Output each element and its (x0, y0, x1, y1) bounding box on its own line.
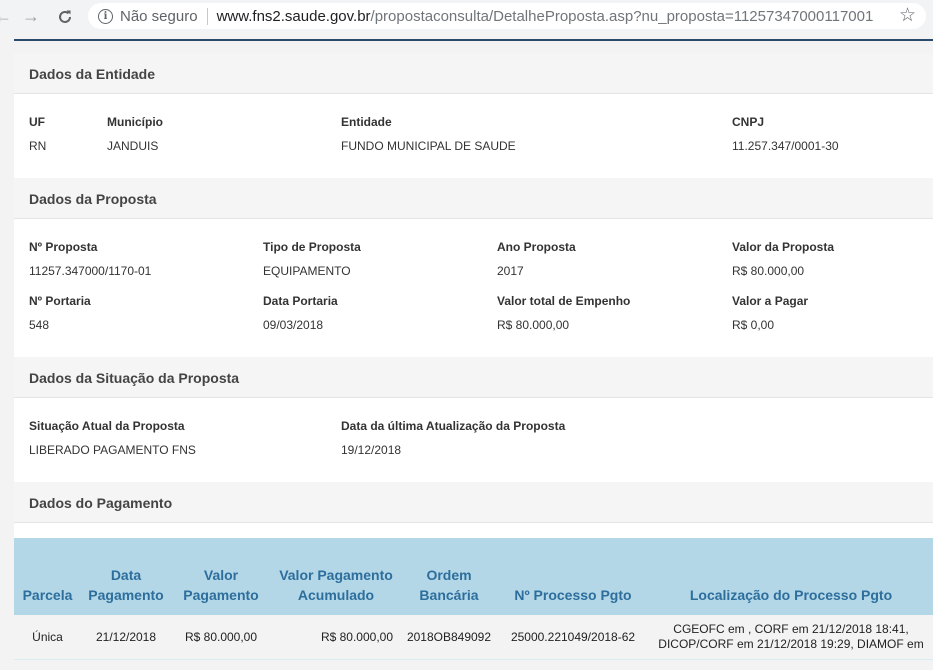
field-value: R$ 0,00 (732, 318, 775, 332)
panel-situacao: Situação Atual da Proposta LIBERADO PAGA… (14, 398, 933, 482)
field-value: EQUIPAMENTO (263, 264, 351, 278)
field-label: CNPJ (732, 115, 765, 129)
section-title: Dados da Entidade (29, 66, 156, 82)
url-divider (206, 7, 208, 25)
reload-icon[interactable] (54, 0, 76, 33)
field-value: 19/12/2018 (341, 443, 402, 457)
url-path[interactable]: /propostaconsulta/DetalheProposta.asp?nu… (371, 8, 874, 25)
cell-ordem-bancaria: 2018OB849092 (401, 615, 497, 660)
field-label: Nº Portaria (29, 294, 91, 308)
top-divider (14, 39, 933, 41)
field-value: JANDUIS (107, 139, 159, 153)
section-header-pagamento: Dados do Pagamento (14, 482, 933, 523)
field-cnpj: CNPJ 11.257.347/0001-30 (732, 115, 839, 153)
field-value: R$ 80.000,00 (732, 264, 805, 278)
panel-entidade: UF RN Município JANDUIS Entidade FUNDO M… (14, 94, 933, 178)
field-uf: UF RN (29, 115, 46, 153)
col-header-valor-acumulado[interactable]: Valor Pagamento Acumulado (271, 538, 401, 615)
page-content: Dados da Entidade UF RN Município JANDUI… (0, 33, 933, 670)
field-value: RN (29, 139, 47, 153)
field-entidade: Entidade FUNDO MUNICIPAL DE SAUDE (341, 115, 516, 153)
info-icon[interactable]: i (98, 8, 113, 24)
field-valor-empenho: Valor total de Empenho R$ 80.000,00 (497, 294, 630, 332)
url-host[interactable]: www.fns2.saude.gov.br (217, 8, 371, 25)
field-numero-proposta: Nº Proposta 11257.347000/1170-01 (29, 240, 151, 278)
localizacao-line-2: DICOP/CORF em 21/12/2018 19:29, DIAMOF e… (658, 636, 924, 651)
localizacao-line-1: CGEOFC em , CORF em 21/12/2018 18:41, (673, 621, 909, 636)
field-label: Data Portaria (263, 294, 338, 308)
cell-localizacao: CGEOFC em , CORF em 21/12/2018 18:41, DI… (649, 615, 933, 660)
star-icon[interactable]: ☆ (899, 4, 916, 27)
field-situacao-atual: Situação Atual da Proposta LIBERADO PAGA… (29, 419, 196, 457)
cell-valor-acumulado: R$ 80.000,00 (271, 615, 401, 660)
field-label: Valor da Proposta (732, 240, 835, 254)
field-label: Valor total de Empenho (497, 294, 631, 308)
field-valor-proposta: Valor da Proposta R$ 80.000,00 (732, 240, 834, 278)
section-title: Dados da Situação da Proposta (29, 370, 240, 386)
col-header-localizacao[interactable]: Localização do Processo Pgto (649, 538, 933, 615)
field-label: Município (107, 115, 163, 129)
field-portaria: Nº Portaria 548 (29, 294, 91, 332)
field-municipio: Município JANDUIS (107, 115, 163, 153)
table-row: Única 21/12/2018 R$ 80.000,00 R$ 80.000,… (14, 615, 933, 660)
field-value: LIBERADO PAGAMENTO FNS (29, 443, 196, 457)
col-header-processo-pgto[interactable]: Nº Processo Pgto (497, 538, 649, 615)
arrow-right-icon[interactable]: → (20, 0, 42, 33)
field-value: FUNDO MUNICIPAL DE SAUDE (341, 139, 516, 153)
field-label: Entidade (341, 115, 392, 129)
field-label: Ano Proposta (497, 240, 576, 254)
field-value: R$ 80.000,00 (497, 318, 570, 332)
field-tipo-proposta: Tipo de Proposta EQUIPAMENTO (263, 240, 361, 278)
field-ano-proposta: Ano Proposta 2017 (497, 240, 576, 278)
field-label: Nº Proposta (29, 240, 98, 254)
section-header-situacao: Dados da Situação da Proposta (14, 357, 933, 398)
field-value: 548 (29, 318, 50, 332)
field-label: Valor a Pagar (732, 294, 809, 308)
address-bar[interactable]: i Não seguro www.fns2.saude.gov.br/propo… (88, 3, 926, 29)
field-label: Situação Atual da Proposta (29, 419, 185, 433)
section-title: Dados do Pagamento (29, 495, 173, 511)
payment-table: Parcela Data Pagamento Valor Pagamento V… (14, 538, 933, 660)
browser-toolbar: ← → i Não seguro www.fns2.saude.gov.br/p… (0, 0, 933, 33)
cell-data-pagamento: 21/12/2018 (81, 615, 171, 660)
field-value: 2017 (497, 264, 524, 278)
cell-processo-pgto: 25000.221049/2018-62 (497, 615, 649, 660)
panel-pagamento-spacer (14, 523, 933, 538)
col-header-ordem-bancaria[interactable]: Ordem Bancária (401, 538, 497, 615)
section-title: Dados da Proposta (29, 191, 157, 207)
col-header-parcela[interactable]: Parcela (14, 538, 81, 615)
field-value: 11.257.347/0001-30 (732, 139, 839, 153)
arrow-left-icon[interactable]: ← (0, 0, 14, 33)
security-status[interactable]: Não seguro (120, 8, 198, 25)
field-value: 11257.347000/1170-01 (29, 264, 152, 278)
col-header-valor-pagamento[interactable]: Valor Pagamento (171, 538, 271, 615)
field-label: Tipo de Proposta (263, 240, 361, 254)
section-header-entidade: Dados da Entidade (14, 53, 933, 94)
table-header-row: Parcela Data Pagamento Valor Pagamento V… (14, 538, 933, 615)
field-label: UF (29, 115, 45, 129)
cell-parcela: Única (14, 615, 81, 660)
cell-valor-pagamento: R$ 80.000,00 (171, 615, 271, 660)
field-data-portaria: Data Portaria 09/03/2018 (263, 294, 338, 332)
field-label: Data da última Atualização da Proposta (341, 419, 566, 433)
panel-proposta: Nº Proposta 11257.347000/1170-01 Tipo de… (14, 219, 933, 357)
col-header-data-pagamento[interactable]: Data Pagamento (81, 538, 171, 615)
field-valor-a-pagar: Valor a Pagar R$ 0,00 (732, 294, 808, 332)
section-header-proposta: Dados da Proposta (14, 178, 933, 219)
field-data-atualizacao: Data da última Atualização da Proposta 1… (341, 419, 565, 457)
field-value: 09/03/2018 (263, 318, 324, 332)
